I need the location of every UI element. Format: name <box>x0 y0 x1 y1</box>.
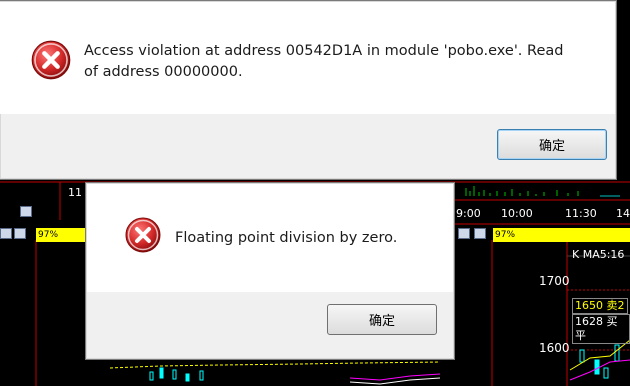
toolbar-button[interactable] <box>474 228 486 239</box>
access-violation-error-dialog: Access violation at address 00542D1A in … <box>0 0 617 180</box>
error-icon <box>31 40 71 80</box>
status-bar-left: 97% <box>36 228 92 242</box>
price-label: 1600 <box>539 341 570 355</box>
bid-price-box: 1628 买平 <box>572 314 630 344</box>
time-label: 11:30 <box>565 207 597 220</box>
error-message-line1: Access violation at address 00542D1A in … <box>84 43 564 59</box>
partial-label: 11 <box>68 186 82 199</box>
status-bar-right: 97% <box>493 228 630 242</box>
price-label: 1700 <box>539 274 570 288</box>
error-icon <box>125 217 161 253</box>
time-label: 9:00 <box>456 207 481 220</box>
ok-button[interactable]: 确定 <box>497 129 607 160</box>
toolbar-button[interactable] <box>14 228 26 239</box>
indicator-label: K MA5:16 <box>572 248 625 261</box>
percent-label: 97% <box>38 230 59 240</box>
ok-button[interactable]: 确定 <box>327 304 437 335</box>
time-label: 10:00 <box>501 207 533 220</box>
ask-price-box: 1650 卖2 <box>572 298 628 314</box>
floating-point-error-dialog: Floating point division by zero. 确定 <box>85 182 455 360</box>
time-label: 14 <box>616 207 630 220</box>
toolbar-button[interactable] <box>0 228 12 239</box>
toolbar-button[interactable] <box>458 228 470 239</box>
toolbar-button[interactable] <box>20 206 32 217</box>
error-message: Floating point division by zero. <box>175 230 398 246</box>
percent-label: 97% <box>495 230 516 240</box>
error-message-line2: of address 00000000. <box>84 64 243 80</box>
